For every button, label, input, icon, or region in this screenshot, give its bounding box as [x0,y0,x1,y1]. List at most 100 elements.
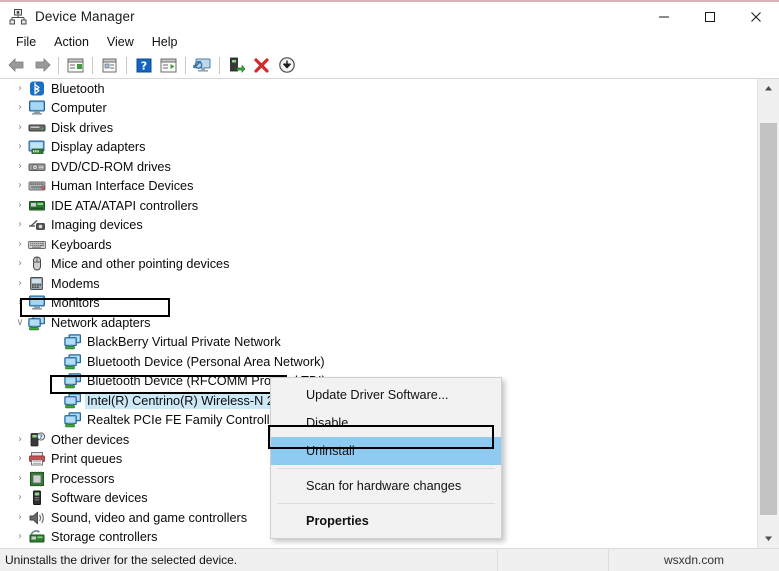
context-menu[interactable]: Update Driver Software... Disable Uninst… [270,377,502,539]
toolbar-separator-3 [126,57,127,74]
tree-item-label: Human Interface Devices [51,179,197,193]
close-button[interactable] [733,2,779,31]
context-menu-item-uninstall[interactable]: Uninstall [271,437,501,465]
context-menu-item-update-driver-software[interactable]: Update Driver Software... [271,381,501,409]
modem-icon [28,276,46,292]
chevron-right-icon[interactable]: › [12,103,28,113]
tree-item-label: Display adapters [51,140,150,154]
ide-controller-icon [28,198,46,214]
chevron-right-icon[interactable]: › [12,201,28,211]
watermark-label: wsxdn.com [608,549,779,571]
properties-button[interactable] [97,54,122,77]
chevron-right-icon[interactable]: › [12,493,28,503]
disable-device-button[interactable] [274,54,299,77]
tree-item[interactable]: ›Keyboards [0,235,757,255]
tree-item[interactable]: › Monitors [0,294,757,314]
tree-item-label: DVD/CD-ROM drives [51,160,175,174]
chevron-down-icon[interactable]: ∨ [12,318,28,328]
network-adapter-icon [28,315,46,331]
tree-item[interactable]: ›Imaging devices [0,216,757,236]
scroll-up-arrow-icon[interactable] [758,79,779,98]
computer-icon [28,100,46,116]
network-adapter-icon [64,373,82,389]
chevron-right-icon[interactable]: › [12,123,28,133]
tree-item-label: Other devices [51,433,133,447]
monitor-icon [28,295,46,311]
mouse-icon [28,256,46,272]
chevron-right-icon[interactable]: › [12,532,28,542]
status-bar: Uninstalls the driver for the selected d… [0,548,779,571]
context-menu-item-properties[interactable]: Properties [271,507,501,535]
chevron-right-icon[interactable]: › [12,513,28,523]
toolbar-separator-2 [92,57,93,74]
chevron-right-icon[interactable]: › [12,162,28,172]
chevron-right-icon[interactable]: › [12,474,28,484]
tree-item[interactable]: BlackBerry Virtual Private Network [0,333,757,353]
tree-item[interactable]: ›Bluetooth [0,79,757,99]
hid-icon [28,178,46,194]
back-button[interactable] [4,54,29,77]
chevron-right-icon[interactable]: › [12,220,28,230]
tree-item[interactable]: › Mice and other pointing devices [0,255,757,275]
tree-item-label: Network adapters [51,316,154,330]
tree-item[interactable]: ›Computer [0,99,757,119]
view-list-button[interactable] [156,54,181,77]
chevron-right-icon[interactable]: › [12,298,28,308]
tree-item[interactable]: › Display adapters [0,138,757,158]
tree-item[interactable]: ›Modems [0,274,757,294]
chevron-right-icon[interactable]: › [12,279,28,289]
tree-item[interactable]: › DVD/CD-ROM drives [0,157,757,177]
tree-item[interactable]: › Human Interface Devices [0,177,757,197]
tree-item-label: Realtek PCIe FE Family Controller [87,413,285,427]
tree-item[interactable]: › Disk drives [0,118,757,138]
tree-item[interactable]: ∨ Network adapters [0,313,757,333]
tree-item[interactable]: ›IDE ATA/ATAPI controllers [0,196,757,216]
tree-item-label: Disk drives [51,121,117,135]
uninstall-button[interactable] [249,54,274,77]
tree-item-label: Print queues [51,452,126,466]
tree-item-label: Intel(R) Centrino(R) Wireless-N 2230 [85,393,298,409]
chevron-right-icon[interactable]: › [12,181,28,191]
menu-help[interactable]: Help [143,33,187,51]
vertical-scrollbar[interactable] [757,79,779,548]
update-driver-button[interactable] [224,54,249,77]
device-manager-window: Device Manager File Action View Help [0,0,779,571]
tree-item-label: Mice and other pointing devices [51,257,233,271]
menu-file[interactable]: File [7,33,45,51]
chevron-right-icon[interactable]: › [12,259,28,269]
tree-item[interactable]: Bluetooth Device (Personal Area Network) [0,352,757,372]
software-device-icon [28,490,46,506]
svg-text:?: ? [39,434,43,441]
chevron-right-icon[interactable]: › [12,240,28,250]
minimize-button[interactable] [641,2,687,31]
processor-icon [28,471,46,487]
window-title: Device Manager [35,9,135,24]
tree-item-label: Software devices [51,491,152,505]
tree-item-label: Processors [51,472,118,486]
help-button[interactable]: ? [131,54,156,77]
scan-hardware-changes-button[interactable] [190,54,215,77]
toolbar: ? [0,52,779,79]
chevron-right-icon[interactable]: › [12,142,28,152]
context-menu-item-scan-for-hardware-changes[interactable]: Scan for hardware changes [271,472,501,500]
tree-item-label: BlackBerry Virtual Private Network [87,335,285,349]
chevron-right-icon[interactable]: › [12,454,28,464]
tree-item-label: Storage controllers [51,530,162,544]
status-message: Uninstalls the driver for the selected d… [0,553,497,567]
forward-button[interactable] [29,54,54,77]
scrollbar-thumb[interactable] [760,123,777,515]
menu-view[interactable]: View [98,33,143,51]
context-menu-separator-2 [277,503,495,504]
scroll-down-arrow-icon[interactable] [758,529,779,548]
console-tree-button[interactable] [63,54,88,77]
chevron-right-icon[interactable]: › [12,84,28,94]
tree-item-label: Monitors [51,296,104,310]
menu-bar: File Action View Help [0,31,779,52]
maximize-button[interactable] [687,2,733,31]
toolbar-separator-1 [58,57,59,74]
storage-controller-icon [28,529,46,545]
network-adapter-icon [64,393,82,409]
chevron-right-icon[interactable]: › [12,435,28,445]
menu-action[interactable]: Action [45,33,98,51]
context-menu-item-disable[interactable]: Disable [271,409,501,437]
